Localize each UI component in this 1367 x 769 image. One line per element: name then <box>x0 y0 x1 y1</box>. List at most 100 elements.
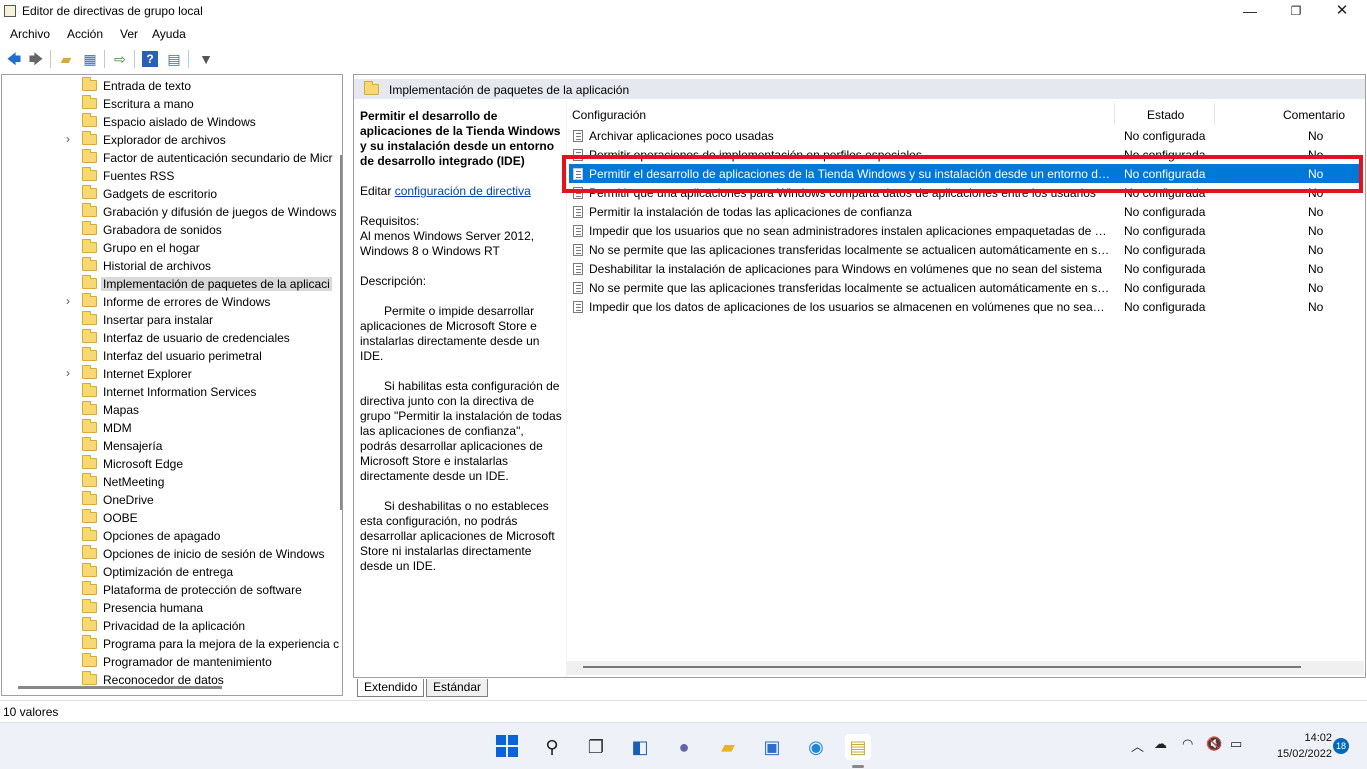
properties-icon[interactable]: ▤ <box>164 49 184 69</box>
policy-row[interactable]: Impedir que los usuarios que no sean adm… <box>569 221 1362 240</box>
column-header-state[interactable]: Estado <box>1147 108 1184 122</box>
tree-pane[interactable]: Entrada de texto Escritura a mano Espacio … <box>1 74 343 696</box>
chat-icon[interactable]: ● <box>671 734 697 760</box>
tree-item[interactable]: Plataforma de protección de software <box>2 581 342 599</box>
tree-item[interactable]: Escritura a mano <box>2 95 342 113</box>
tree-item[interactable]: Grabadora de sonidos <box>2 221 342 239</box>
tree-item-label: OneDrive <box>103 493 154 507</box>
search-icon[interactable]: ⚲ <box>539 734 565 760</box>
list-horizontal-scrollbar[interactable] <box>583 666 1301 668</box>
tree-item[interactable]: Microsoft Edge <box>2 455 342 473</box>
menu-accion[interactable]: Acción <box>67 27 103 41</box>
description-title: Permitir el desarrollo de aplicaciones d… <box>360 109 561 168</box>
tree-item[interactable]: Programador de mantenimiento <box>2 653 342 671</box>
policy-row[interactable]: Permitir la instalación de todas las apl… <box>569 202 1362 221</box>
wifi-icon[interactable]: ◠ <box>1182 736 1193 752</box>
tree-item[interactable]: Optimización de entrega <box>2 563 342 581</box>
task-view-icon[interactable]: ❐ <box>583 734 609 760</box>
folder-icon <box>82 599 97 613</box>
minimize-button[interactable]: — <box>1227 0 1273 24</box>
help-icon[interactable]: ? <box>142 51 158 67</box>
tree-vertical-scrollbar[interactable] <box>340 155 342 510</box>
chevron-up-icon[interactable]: ︿ <box>1131 736 1144 755</box>
column-separator[interactable] <box>1214 103 1215 125</box>
onedrive-cloud-icon[interactable]: ☁ <box>1154 736 1167 752</box>
tab-standard[interactable]: Estándar <box>426 679 489 697</box>
tree-item[interactable]: Grabación y difusión de juegos de Window… <box>2 203 342 221</box>
file-explorer-icon[interactable]: ▰ <box>715 734 741 760</box>
menu-archivo[interactable]: Archivo <box>10 27 50 41</box>
tree-item[interactable]: Mensajería <box>2 437 342 455</box>
volume-muted-icon[interactable]: 🔇 <box>1206 736 1222 752</box>
tree-item[interactable]: Opciones de apagado <box>2 527 342 545</box>
chevron-right-icon[interactable]: › <box>66 294 70 308</box>
tree-item[interactable]: Grupo en el hogar <box>2 239 342 257</box>
edge-icon[interactable]: ◉ <box>803 734 829 760</box>
policy-row[interactable]: Deshabilitar la instalación de aplicacio… <box>569 259 1362 278</box>
notification-badge[interactable]: 18 <box>1333 738 1349 754</box>
export-list-icon[interactable]: ⇨ <box>110 49 130 69</box>
tree-item[interactable]: Insertar para instalar <box>2 311 342 329</box>
policy-name: No se permite que las aplicaciones trans… <box>589 243 1111 257</box>
column-header-setting[interactable]: Configuración <box>572 108 646 122</box>
policy-row[interactable]: Impedir que los datos de aplicaciones de… <box>569 297 1362 316</box>
requirements-label: Requisitos: <box>360 214 420 228</box>
edit-policy-line: Editar configuración de directiva <box>360 184 562 199</box>
tree-item[interactable]: Gadgets de escritorio <box>2 185 342 203</box>
tree-item[interactable]: Opciones de inicio de sesión de Windows <box>2 545 342 563</box>
tree-item[interactable]: NetMeeting <box>2 473 342 491</box>
forward-arrow-icon[interactable]: 🡆 <box>26 49 46 69</box>
clock[interactable]: 14:02 15/02/2022 <box>1256 730 1332 762</box>
tree-item[interactable]: Entrada de texto <box>2 77 342 95</box>
policy-row[interactable]: No se permite que las aplicaciones trans… <box>569 278 1362 297</box>
tree-item[interactable]: Presencia humana <box>2 599 342 617</box>
tree-item[interactable]: › Informe de errores de Windows <box>2 293 342 311</box>
tree-item[interactable]: Internet Information Services <box>2 383 342 401</box>
maximize-button[interactable]: ❐ <box>1273 0 1319 24</box>
show-hide-tree-icon[interactable]: ▦ <box>80 49 100 69</box>
tree-item[interactable]: Espacio aislado de Windows <box>2 113 342 131</box>
requirements: Requisitos: Al menos Windows Server 2012,… <box>360 214 562 259</box>
tree-item[interactable]: › Internet Explorer <box>2 365 342 383</box>
up-folder-icon[interactable]: ▰ <box>56 49 76 69</box>
menu-ayuda[interactable]: Ayuda <box>152 27 186 41</box>
folder-icon <box>82 419 97 433</box>
tree-item-label: Grabadora de sonidos <box>103 223 222 237</box>
tree-item[interactable]: › Explorador de archivos <box>2 131 342 149</box>
back-arrow-icon[interactable]: 🡄 <box>4 49 24 69</box>
start-icon[interactable] <box>496 735 518 757</box>
chevron-right-icon[interactable]: › <box>66 366 70 380</box>
status-text: 10 valores <box>3 705 59 719</box>
tree-item[interactable]: OOBE <box>2 509 342 527</box>
filter-icon[interactable]: ▼ <box>196 49 216 69</box>
list-horizontal-scrollbar-track[interactable] <box>567 661 1364 675</box>
close-button[interactable]: ✕ <box>1319 0 1365 24</box>
tree-item[interactable]: Historial de archivos <box>2 257 342 275</box>
widgets-icon[interactable]: ◧ <box>627 734 653 760</box>
tab-extended[interactable]: Extendido <box>357 679 425 697</box>
tree-horizontal-scrollbar[interactable] <box>18 686 222 689</box>
edit-policy-link[interactable]: configuración de directiva <box>395 184 531 198</box>
tree-item[interactable]: MDM <box>2 419 342 437</box>
column-separator[interactable] <box>1114 103 1115 125</box>
gpedit-taskbar-icon[interactable]: ▤ <box>845 734 871 760</box>
tree-item[interactable]: Interfaz de usuario de credenciales <box>2 329 342 347</box>
chevron-right-icon[interactable]: › <box>66 132 70 146</box>
tree-item[interactable]: Privacidad de la aplicación <box>2 617 342 635</box>
tree-item[interactable]: Implementación de paquetes de la aplicac… <box>2 275 342 293</box>
tree-item[interactable]: Programa para la mejora de la experienci… <box>2 635 342 653</box>
tree-item[interactable]: OneDrive <box>2 491 342 509</box>
tree-item-label: Programa para la mejora de la experienci… <box>103 637 340 651</box>
tree-item[interactable]: Factor de autenticación secundario de Mi… <box>2 149 342 167</box>
tree-item-label: Reconocedor de datos <box>103 673 224 687</box>
battery-icon[interactable]: ▭ <box>1230 736 1242 752</box>
column-header-comment[interactable]: Comentario <box>1283 108 1345 122</box>
tree-item[interactable]: Interfaz del usuario perimetral <box>2 347 342 365</box>
policy-row[interactable]: Archivar aplicaciones poco usadas No conf… <box>569 126 1362 145</box>
store-icon[interactable]: ▣ <box>759 734 785 760</box>
policy-row[interactable]: No se permite que las aplicaciones trans… <box>569 240 1362 259</box>
tree-item[interactable]: Fuentes RSS <box>2 167 342 185</box>
menu-ver[interactable]: Ver <box>120 27 138 41</box>
folder-icon <box>82 401 97 415</box>
tree-item[interactable]: Mapas <box>2 401 342 419</box>
